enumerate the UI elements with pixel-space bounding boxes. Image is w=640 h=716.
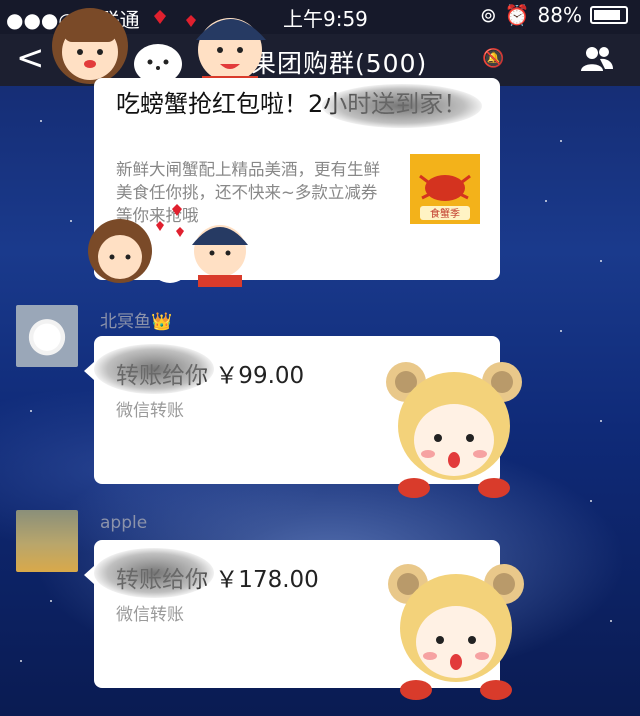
couple-sticker-card — [88, 204, 248, 287]
rotation-lock-icon: ⊚ — [479, 3, 497, 27]
redacted-blur — [94, 344, 214, 394]
mute-icon: 🔕 — [482, 48, 505, 69]
couple-sticker-header — [52, 8, 266, 88]
girl-sticker — [386, 362, 522, 498]
redacted-blur — [322, 84, 482, 128]
alarm-icon: ⏰ — [504, 3, 530, 27]
battery-percent: 88% — [537, 3, 582, 27]
sender-avatar[interactable] — [16, 510, 78, 572]
battery-icon — [590, 6, 628, 24]
sender-name: 北冥鱼👑 — [100, 312, 173, 332]
sender-avatar[interactable] — [16, 305, 78, 367]
transfer-label: 微信转账 — [116, 605, 184, 625]
redacted-blur — [94, 548, 214, 598]
transfer-label: 微信转账 — [116, 401, 184, 421]
group-members-icon[interactable] — [580, 44, 614, 76]
sender-name: apple — [100, 513, 148, 533]
card-thumbnail-label: 食蟹季 — [430, 207, 460, 220]
clock: 上午9:59 — [283, 7, 368, 31]
card-thumbnail: 食蟹季 — [410, 154, 480, 224]
girl-sticker — [388, 564, 524, 700]
